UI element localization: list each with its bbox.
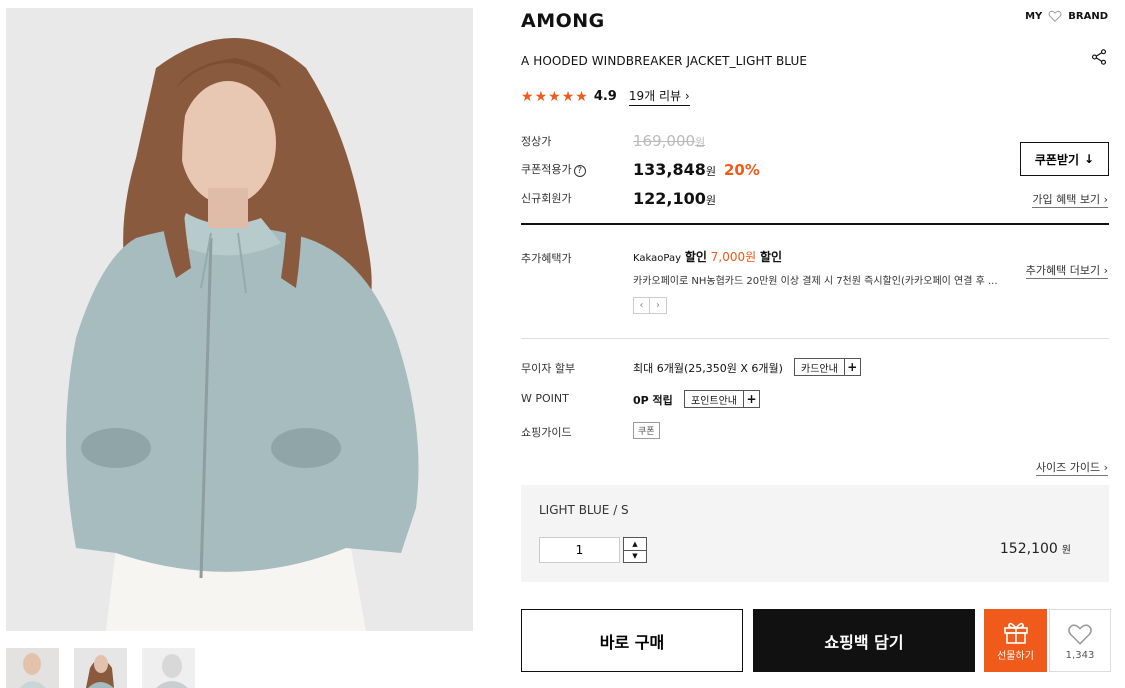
thumbnail-list <box>6 648 195 688</box>
benefit-pager: ‹ › <box>633 297 667 314</box>
size-guide-link[interactable]: 사이즈 가이드 <box>1035 459 1108 476</box>
brand-link[interactable]: BRAND <box>1068 11 1108 22</box>
gift-label: 선물하기 <box>997 650 1034 662</box>
coupon-tag[interactable]: 쿠폰 <box>633 422 660 439</box>
member-price: 122,100원 <box>633 189 716 208</box>
point-value: 0P 적립 <box>633 394 673 407</box>
next-button[interactable]: › <box>650 297 667 314</box>
rating-row: ★ ★ ★ ★ ★ 4.9 19개 리뷰 › <box>521 87 690 106</box>
member-price-label: 신규회원가 <box>521 192 572 205</box>
review-link[interactable]: 19개 리뷰 › <box>628 87 690 106</box>
share-icon[interactable] <box>1090 48 1108 66</box>
download-icon: ↓ <box>1084 152 1095 166</box>
coupon-download-button[interactable]: 쿠폰받기 ↓ <box>1020 142 1109 176</box>
question-icon[interactable]: ? <box>573 165 586 177</box>
installment-label: 무이자 할부 <box>521 362 576 375</box>
prev-button[interactable]: ‹ <box>633 297 650 314</box>
star-icon: ★ <box>521 88 534 105</box>
gift-button[interactable]: 선물하기 <box>984 609 1047 672</box>
main-product-image[interactable] <box>6 8 473 631</box>
option-price: 152,100 원 <box>999 541 1071 557</box>
benefit-label: 추가혜택가 <box>521 252 572 265</box>
benefit-title: KakaoPay 할인 7,000원 할인 <box>633 250 783 264</box>
discount-rate: 20% <box>724 161 760 179</box>
star-icon: ★ <box>548 88 561 105</box>
rating-stars: ★ ★ ★ ★ ★ <box>521 89 588 105</box>
star-icon: ★ <box>534 88 548 105</box>
join-benefit-link[interactable]: 가입 혜택 보기 <box>1032 191 1108 208</box>
thumbnail-2[interactable] <box>74 648 127 688</box>
divider <box>521 338 1109 339</box>
like-button[interactable]: 1,343 <box>1049 609 1111 672</box>
quantity-down-button[interactable]: ▼ <box>624 549 646 563</box>
selected-option: LIGHT BLUE / S ▲ ▼ 152,100원 <box>521 485 1109 582</box>
quantity-stepper: ▲ ▼ <box>623 537 647 563</box>
point-label: W POINT <box>521 392 569 405</box>
coupon-price-label: 쿠폰적용가? <box>521 161 586 177</box>
regular-price: 169,000원 <box>633 132 706 150</box>
coupon-price: 133,848원 20% <box>633 160 760 179</box>
star-icon: ★ <box>575 88 588 105</box>
heart-icon[interactable] <box>1048 9 1062 23</box>
divider <box>521 223 1109 225</box>
option-name: LIGHT BLUE / S <box>539 503 629 517</box>
like-count: 1,343 <box>1065 649 1095 661</box>
rating-score: 4.9 <box>593 89 617 104</box>
thumbnail-1[interactable] <box>6 648 59 688</box>
heart-outline-icon <box>1068 623 1092 645</box>
add-to-cart-button[interactable]: 쇼핑백 담기 <box>753 609 975 672</box>
thumbnail-3[interactable] <box>142 648 195 688</box>
brand-name[interactable]: AMONG <box>521 10 605 32</box>
shopping-guide-label: 쇼핑가이드 <box>521 426 572 439</box>
card-guide-button[interactable]: 카드안내 + <box>794 358 861 376</box>
installment-value: 최대 6개월(25,350원 X 6개월) <box>633 362 783 375</box>
gift-icon <box>1003 622 1028 644</box>
benefit-description: 카카오페이로 NH농협카드 20만원 이상 결제 시 7천원 즉시할인(카카오페… <box>633 276 998 287</box>
buy-now-button[interactable]: 바로 구매 <box>521 609 743 672</box>
star-icon: ★ <box>561 88 575 105</box>
top-links: MY BRAND <box>1025 9 1108 23</box>
regular-price-label: 정상가 <box>521 135 552 148</box>
more-benefits-link[interactable]: 추가혜택 더보기 <box>1025 262 1108 279</box>
product-title: A HOODED WINDBREAKER JACKET_LIGHT BLUE <box>521 54 808 68</box>
quantity-input[interactable] <box>539 537 620 563</box>
my-link[interactable]: MY <box>1025 11 1042 22</box>
point-guide-button[interactable]: 포인트안내 + <box>684 390 760 408</box>
quantity-up-button[interactable]: ▲ <box>624 538 646 550</box>
